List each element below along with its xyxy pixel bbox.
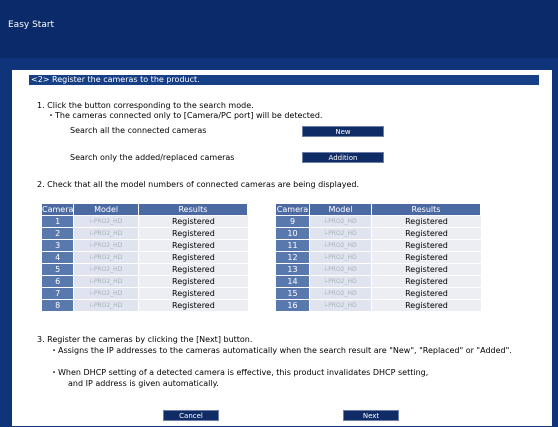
model-name: i-PRO2_HD <box>310 216 372 228</box>
camera-number: 14 <box>276 276 310 288</box>
result-status: Registered <box>372 288 481 300</box>
table-row: 15 i-PRO2_HD Registered <box>276 288 481 300</box>
camera-number: 1 <box>42 216 75 228</box>
model-name: i-PRO2_HD <box>310 240 372 252</box>
result-status: Registered <box>138 264 248 276</box>
table-row: 16 i-PRO2_HD Registered <box>276 300 481 312</box>
step3-note-dhcp-cont: and IP address is given automatically. <box>68 379 219 388</box>
camera-table-left: Camera Model Results 1 i-PRO2_HD Registere… <box>42 204 248 312</box>
table-row: 2 i-PRO2_HD Registered <box>42 228 248 240</box>
camera-number: 13 <box>276 264 310 276</box>
table-row: 14 i-PRO2_HD Registered <box>276 276 481 288</box>
col-header-model: Model <box>74 204 139 216</box>
col-header-model: Model <box>310 204 372 216</box>
table-row: 1 i-PRO2_HD Registered <box>42 216 248 228</box>
window-title: Easy Start <box>8 20 55 30</box>
camera-number: 7 <box>42 288 75 300</box>
cancel-button[interactable]: Cancel <box>163 410 219 421</box>
step3-note-dhcp: ・When DHCP setting of a detected camera … <box>50 368 429 377</box>
next-button[interactable]: Next <box>343 410 399 421</box>
result-status: Registered <box>372 300 481 312</box>
step-header: <2> Register the cameras to the product. <box>29 75 539 85</box>
result-status: Registered <box>372 252 481 264</box>
camera-number: 3 <box>42 240 75 252</box>
camera-number: 12 <box>276 252 310 264</box>
step1-note: ・The cameras connected only to [Camera/P… <box>47 111 323 120</box>
camera-number: 16 <box>276 300 310 312</box>
table-row: 10 i-PRO2_HD Registered <box>276 228 481 240</box>
model-name: i-PRO2_HD <box>310 288 372 300</box>
result-status: Registered <box>372 228 481 240</box>
model-name: i-PRO2_HD <box>74 264 139 276</box>
result-status: Registered <box>138 276 248 288</box>
model-name: i-PRO2_HD <box>74 276 139 288</box>
model-name: i-PRO2_HD <box>74 288 139 300</box>
table-row: 6 i-PRO2_HD Registered <box>42 276 248 288</box>
camera-number: 11 <box>276 240 310 252</box>
result-status: Registered <box>372 276 481 288</box>
search-added-label: Search only the added/replaced cameras <box>70 153 235 162</box>
step1-heading: 1. Click the button corresponding to the… <box>37 101 254 110</box>
model-name: i-PRO2_HD <box>310 264 372 276</box>
table-row: 9 i-PRO2_HD Registered <box>276 216 481 228</box>
camera-number: 15 <box>276 288 310 300</box>
result-status: Registered <box>372 240 481 252</box>
table-row: 7 i-PRO2_HD Registered <box>42 288 248 300</box>
model-name: i-PRO2_HD <box>310 228 372 240</box>
camera-table-right: Camera Model Results 9 i-PRO2_HD Registere… <box>276 204 481 312</box>
camera-number: 9 <box>276 216 310 228</box>
camera-number: 5 <box>42 264 75 276</box>
table-row: 11 i-PRO2_HD Registered <box>276 240 481 252</box>
addition-button[interactable]: Addition <box>302 152 384 163</box>
table-row: 4 i-PRO2_HD Registered <box>42 252 248 264</box>
col-header-camera: Camera <box>42 204 75 216</box>
camera-number: 10 <box>276 228 310 240</box>
model-name: i-PRO2_HD <box>74 228 139 240</box>
model-name: i-PRO2_HD <box>310 300 372 312</box>
search-all-label: Search all the connected cameras <box>70 126 207 135</box>
camera-number: 6 <box>42 276 75 288</box>
result-status: Registered <box>138 252 248 264</box>
result-status: Registered <box>372 216 481 228</box>
step2-heading: 2. Check that all the model numbers of c… <box>37 180 360 189</box>
result-status: Registered <box>138 300 248 312</box>
model-name: i-PRO2_HD <box>310 252 372 264</box>
col-header-results: Results <box>138 204 248 216</box>
table-row: 5 i-PRO2_HD Registered <box>42 264 248 276</box>
result-status: Registered <box>372 264 481 276</box>
table-row: 8 i-PRO2_HD Registered <box>42 300 248 312</box>
model-name: i-PRO2_HD <box>74 300 139 312</box>
camera-number: 8 <box>42 300 75 312</box>
model-name: i-PRO2_HD <box>310 276 372 288</box>
model-name: i-PRO2_HD <box>74 216 139 228</box>
table-row: 12 i-PRO2_HD Registered <box>276 252 481 264</box>
step3-note-ip: ・Assigns the IP addresses to the cameras… <box>50 346 512 355</box>
table-row: 13 i-PRO2_HD Registered <box>276 264 481 276</box>
col-header-results: Results <box>372 204 481 216</box>
camera-number: 4 <box>42 252 75 264</box>
table-row: 3 i-PRO2_HD Registered <box>42 240 248 252</box>
model-name: i-PRO2_HD <box>74 252 139 264</box>
result-status: Registered <box>138 240 248 252</box>
camera-number: 2 <box>42 228 75 240</box>
model-name: i-PRO2_HD <box>74 240 139 252</box>
easy-start-panel: <2> Register the cameras to the product.… <box>12 70 552 426</box>
result-status: Registered <box>138 216 248 228</box>
step3-heading: 3. Register the cameras by clicking the … <box>37 335 253 344</box>
result-status: Registered <box>138 288 248 300</box>
col-header-camera: Camera <box>276 204 310 216</box>
new-button[interactable]: New <box>302 126 384 137</box>
title-bar: Easy Start <box>0 0 558 58</box>
result-status: Registered <box>138 228 248 240</box>
